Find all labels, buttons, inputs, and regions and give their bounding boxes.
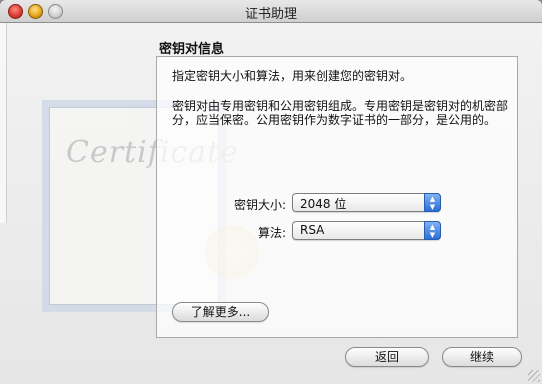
titlebar: 证书助理 (0, 0, 542, 23)
learn-more-button[interactable]: 了解更多... (172, 302, 269, 322)
algorithm-value: RSA (300, 223, 325, 237)
algorithm-popup[interactable]: RSA ▲ ▼ (292, 221, 441, 240)
algorithm-label: 算法: (257, 226, 286, 240)
left-edge-strip (0, 23, 7, 223)
back-button[interactable]: 返回 (345, 347, 429, 367)
up-down-arrows-icon: ▲ ▼ (424, 193, 441, 212)
resize-grip-icon[interactable] (528, 370, 540, 382)
certificate-assistant-window: 证书助理 Certificate 密钥对信息 指定密钥大小和算法，用来创建您的密… (0, 0, 542, 384)
instruction-text: 指定密钥大小和算法，用来创建您的密钥对。 (172, 69, 413, 83)
window-title: 证书助理 (244, 7, 297, 22)
description-text-line-2: 分，应当保密。公用密钥作为数字证书的一部分，是公用的。 (172, 113, 497, 127)
up-down-arrows-icon: ▲ ▼ (424, 221, 441, 240)
key-size-label: 密钥大小: (233, 198, 286, 212)
section-title: 密钥对信息 (159, 42, 225, 57)
continue-button[interactable]: 继续 (442, 347, 522, 367)
key-size-popup[interactable]: 2048 位 ▲ ▼ (292, 193, 441, 212)
key-size-value: 2048 位 (300, 197, 347, 211)
